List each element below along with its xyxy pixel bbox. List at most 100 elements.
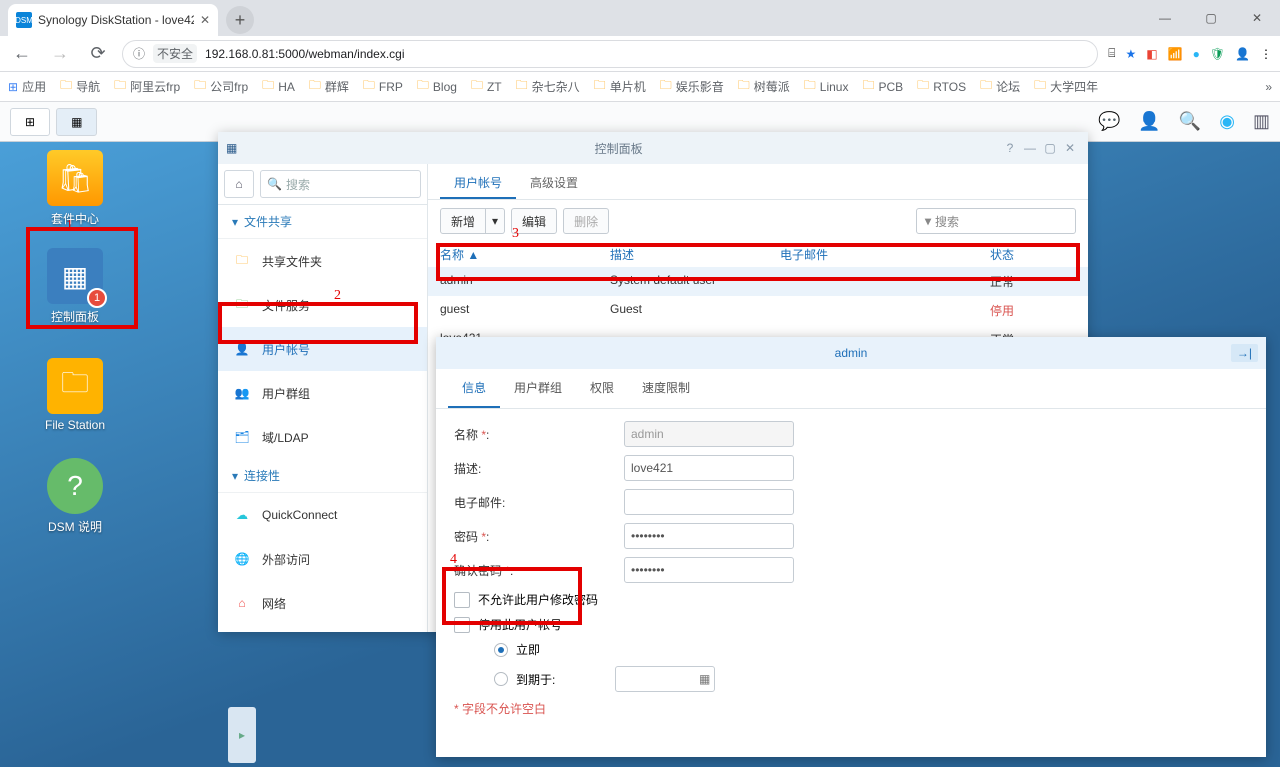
back-button[interactable]: ← (8, 43, 36, 64)
dsm-sidebar-toggle[interactable]: ▸ (228, 707, 256, 763)
home-button[interactable]: ⌂ (224, 170, 254, 198)
tab-speed-limit[interactable]: 速度限制 (628, 369, 704, 408)
radio-disable-until[interactable]: 到期于:▦ (454, 666, 1248, 692)
col-mail[interactable]: 电子邮件 (780, 242, 990, 267)
checkbox-no-self-pw[interactable]: 不允许此用户修改密码 (454, 591, 1248, 608)
sidebar-item-user[interactable]: 👤用户帐号 (218, 327, 427, 371)
avatar-icon[interactable]: 👤 (1235, 47, 1250, 61)
maximize-button[interactable]: ▢ (1188, 0, 1234, 36)
rss-icon[interactable]: 📶 (1168, 47, 1183, 61)
cloud-icon[interactable]: ● (1193, 47, 1200, 61)
bookmark-item[interactable]: 🗀阿里云frp (114, 76, 180, 97)
pilot-icon[interactable]: ▥ (1253, 111, 1270, 132)
sidebar-item-ldap[interactable]: 🗂域/LDAP (218, 415, 427, 459)
close-icon[interactable]: ✕ (1060, 141, 1080, 155)
collapse-icon[interactable]: →| (1231, 344, 1258, 362)
table-row[interactable]: guestGuest停用 (428, 296, 1088, 325)
reload-button[interactable]: ⟳ (84, 43, 112, 64)
bookmark-item[interactable]: 🗀大学四年 (1034, 76, 1098, 97)
radio-disable-now[interactable]: 立即 (454, 641, 1248, 658)
annotation-3: 3 (512, 226, 519, 242)
window-icon: ▦ (226, 141, 237, 155)
bookmark-item[interactable]: 🗀Blog (417, 76, 457, 97)
tab-permission[interactable]: 权限 (576, 369, 628, 408)
dsm-task-controlpanel[interactable]: ▦ (56, 108, 97, 136)
bookmark-item[interactable]: 🗀导航 (60, 76, 100, 97)
bookmark-item[interactable]: 🗀RTOS (917, 76, 966, 97)
widgets-icon[interactable]: ◉ (1219, 111, 1235, 132)
bookmark-item[interactable]: 🗀FRP (363, 76, 403, 97)
col-name[interactable]: 名称 ▲ (440, 242, 610, 267)
minimize-button[interactable]: — (1142, 0, 1188, 36)
sidebar-item-group[interactable]: 👥用户群组 (218, 371, 427, 415)
tab-user-account[interactable]: 用户帐号 (440, 164, 516, 199)
bookmark-item[interactable]: 🗀PCB (862, 76, 903, 97)
bookmark-item[interactable]: 🗀树莓派 (738, 76, 790, 97)
desktop-icon-filestation[interactable]: 🗀 File Station (35, 358, 115, 432)
tab-advanced[interactable]: 高级设置 (516, 164, 592, 199)
user-icon[interactable]: 👤 (1138, 111, 1160, 132)
dsm-show-desktop[interactable]: ⊞ (10, 108, 50, 136)
sidebar-category-fileshare[interactable]: ▾文件共享 (218, 205, 427, 239)
shield-icon[interactable]: 🛡 (1210, 47, 1225, 61)
subwindow-titlebar[interactable]: admin →| (436, 337, 1266, 369)
bookmark-item[interactable]: 🗀公司frp (194, 76, 248, 97)
favicon: DSM (16, 12, 32, 28)
window-titlebar[interactable]: ▦ 控制面板 ? — ▢ ✕ (218, 132, 1088, 164)
sidebar-item-external-access[interactable]: 🌐外部访问 (218, 537, 427, 581)
url-field[interactable]: ⓘ 不安全 192.168.0.81:5000/webman/index.cgi (122, 40, 1098, 68)
browser-tab[interactable]: DSM Synology DiskStation - love42 ✕ (8, 4, 218, 36)
tab-group[interactable]: 用户群组 (500, 369, 576, 408)
password-field[interactable] (624, 523, 794, 549)
forward-button[interactable]: → (46, 43, 74, 64)
apps-button[interactable]: ⊞应用 (8, 78, 46, 95)
minimize-icon[interactable]: — (1020, 141, 1040, 155)
close-icon[interactable]: ✕ (200, 13, 210, 27)
bookmark-item[interactable]: 🗀群辉 (309, 76, 349, 97)
chevron-down-icon: ▾ (486, 208, 505, 234)
filter-search[interactable]: ▾ 搜索 (916, 208, 1076, 234)
bookmark-item[interactable]: 🗀ZT (471, 76, 502, 97)
menu-icon[interactable]: ⋮ (1260, 47, 1272, 61)
ext-icon-1[interactable]: ◧ (1146, 47, 1157, 61)
confirm-password-field[interactable] (624, 557, 794, 583)
bookmarks-overflow[interactable]: » (1265, 80, 1272, 94)
bookmark-item[interactable]: 🗀娱乐影音 (660, 76, 724, 97)
sidebar-item-file-services[interactable]: 🗀文件服务 (218, 283, 427, 327)
new-tab-button[interactable]: + (226, 6, 254, 34)
sidebar-item-quickconnect[interactable]: ☁QuickConnect (218, 493, 427, 537)
desc-field[interactable] (624, 455, 794, 481)
close-button[interactable]: ✕ (1234, 0, 1280, 36)
desktop-icon-controlpanel[interactable]: ▦1 控制面板 (35, 248, 115, 325)
key-icon[interactable]: ⌸ (1108, 46, 1115, 61)
maximize-icon[interactable]: ▢ (1040, 141, 1060, 155)
email-field[interactable] (624, 489, 794, 515)
col-status[interactable]: 状态 (990, 242, 1076, 267)
bookmark-item[interactable]: 🗀HA (262, 76, 295, 97)
main-tabs: 用户帐号 高级设置 (428, 164, 1088, 200)
bookmark-item[interactable]: 🗀杂七杂八 (516, 76, 580, 97)
sidebar-item-shared-folder[interactable]: 🗀共享文件夹 (218, 239, 427, 283)
bookmark-item[interactable]: 🗀单片机 (594, 76, 646, 97)
bookmark-item[interactable]: 🗀Linux (804, 76, 849, 97)
browser-tabstrip: DSM Synology DiskStation - love42 ✕ + — … (0, 0, 1280, 36)
desktop-icon-pkgcenter[interactable]: 🛍 套件中心 (35, 150, 115, 227)
delete-button[interactable]: 删除 (563, 208, 609, 234)
search-input[interactable]: 🔍 搜索 (260, 170, 421, 198)
new-button[interactable]: 新增▾ (440, 208, 505, 234)
sidebar-item-network[interactable]: ⌂网络 (218, 581, 427, 625)
search-icon[interactable]: 🔍 (1179, 111, 1201, 132)
desktop-icon-dsmhelp[interactable]: ? DSM 说明 (35, 458, 115, 535)
tab-info[interactable]: 信息 (448, 369, 500, 408)
bookmark-item[interactable]: 🗀论坛 (980, 76, 1020, 97)
table-row[interactable]: adminSystem default user正常 (428, 267, 1088, 296)
sidebar-category-connectivity[interactable]: ▾连接性 (218, 459, 427, 493)
help-icon[interactable]: ? (1000, 141, 1020, 155)
star-icon[interactable]: ★ (1126, 47, 1137, 61)
chat-icon[interactable]: 💬 (1098, 111, 1120, 132)
checkbox-disable-user[interactable]: 停用此用户帐号 (454, 616, 1248, 633)
tab-title: Synology DiskStation - love42 (38, 13, 194, 27)
col-desc[interactable]: 描述 (610, 242, 780, 267)
date-field: ▦ (615, 666, 715, 692)
sidebar-item-wireless[interactable]: ⌔无线 (218, 625, 427, 632)
